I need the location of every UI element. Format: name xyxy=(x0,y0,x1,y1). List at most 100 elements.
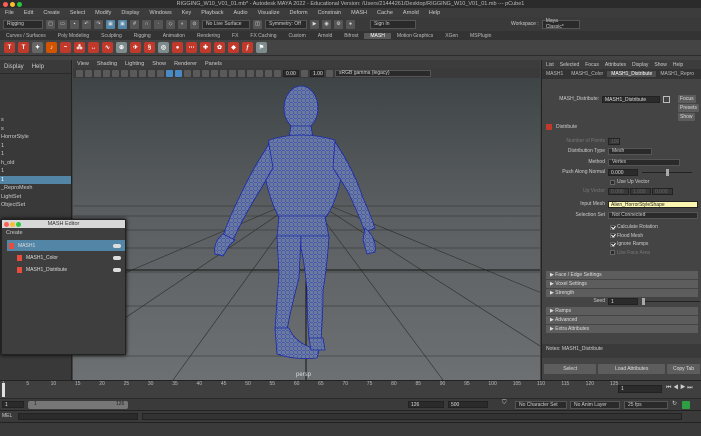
grid-toggle-icon[interactable] xyxy=(112,69,119,77)
mash-node-row[interactable]: MASH1 xyxy=(7,240,125,251)
script-lang-label[interactable]: MEL xyxy=(2,413,12,419)
anim-start-field[interactable]: 1 xyxy=(2,401,24,408)
outliner-item[interactable]: s xyxy=(0,125,71,134)
outliner-item[interactable]: _ReproMesh xyxy=(0,184,71,193)
snap-grid-icon[interactable]: # xyxy=(130,19,139,29)
sign-in-dropdown[interactable]: Sign In xyxy=(370,19,416,29)
character-set-dropdown[interactable]: No Character Set xyxy=(515,401,567,409)
anim-layer-dropdown[interactable]: No Anim Layer xyxy=(570,401,620,409)
ipr-render-icon[interactable]: ◉ xyxy=(322,19,331,29)
method-dropdown[interactable]: Vertex xyxy=(608,158,680,166)
menu-edit[interactable]: Edit xyxy=(19,10,38,16)
outliner-item[interactable]: h_old xyxy=(0,159,71,168)
mash-editor-minimize-button[interactable] xyxy=(10,221,15,227)
snap-point-icon[interactable]: · xyxy=(154,19,163,29)
shelf-tab-mash[interactable]: MASH xyxy=(364,32,391,39)
playback-controls-icon[interactable]: ⏮ ◀ ▶ ⏭ xyxy=(666,385,693,392)
playback-end-field[interactable]: 126 xyxy=(408,401,444,408)
checkbox[interactable] xyxy=(610,241,615,247)
node-name-field[interactable]: MASH1_Distribute xyxy=(602,95,660,103)
mash-random-icon[interactable]: ⁂ xyxy=(74,42,85,53)
outliner-item[interactable]: LightSet xyxy=(0,193,71,202)
symmetry-dropdown[interactable]: Symmetry: Off xyxy=(265,19,307,29)
shelf-tab-rendering[interactable]: Rendering xyxy=(191,33,226,39)
mash-replicator-icon[interactable]: ✿ xyxy=(214,42,225,53)
ae-tab[interactable]: MASH1 xyxy=(542,71,567,77)
checkbox[interactable] xyxy=(610,224,615,230)
xray-icon[interactable] xyxy=(256,69,263,77)
ae-menu-focus[interactable]: Focus xyxy=(585,62,599,68)
mash-editor-titlebar[interactable]: MASH Editor xyxy=(2,220,125,228)
viewport-menu-view[interactable]: View xyxy=(73,61,93,67)
mash-editor-create-menu[interactable]: Create xyxy=(2,228,125,238)
shelf-tab-custom[interactable]: Custom xyxy=(283,33,312,39)
menu-file[interactable]: File xyxy=(0,10,19,16)
close-window-button[interactable] xyxy=(3,2,8,7)
seed-slider-handle[interactable] xyxy=(642,297,645,305)
new-scene-icon[interactable]: ▢ xyxy=(46,19,55,29)
mash-transform-icon[interactable]: ⊕ xyxy=(116,42,127,53)
menu-set-dropdown[interactable]: Rigging xyxy=(3,19,43,29)
mash-audio-icon[interactable]: ♪ xyxy=(46,42,57,53)
viewport-menu-lighting[interactable]: Lighting xyxy=(121,61,148,67)
ae-menu-attributes[interactable]: Attributes xyxy=(605,62,626,68)
outliner-item[interactable]: 1 xyxy=(0,142,71,151)
shelf-tab-xgen[interactable]: XGen xyxy=(439,33,464,39)
mash-world-icon[interactable]: ✦ xyxy=(32,42,43,53)
menu-deform[interactable]: Deform xyxy=(285,10,313,16)
checkbox[interactable] xyxy=(610,250,615,255)
mash-trails-icon[interactable]: ⋯ xyxy=(186,42,197,53)
menu-visualize[interactable]: Visualize xyxy=(253,10,285,16)
mash-node-row[interactable]: MASH1_Distribute xyxy=(7,264,125,275)
shelf-tab-fx[interactable]: FX xyxy=(226,33,244,39)
anim-end-field[interactable]: 500 xyxy=(448,401,488,408)
menu-display[interactable]: Display xyxy=(116,10,144,16)
seed-slider[interactable] xyxy=(642,297,700,305)
presets-button[interactable]: Presets xyxy=(678,104,699,112)
mash-signal-icon[interactable]: ~ xyxy=(60,42,71,53)
render-frame-icon[interactable]: ▶ xyxy=(310,19,319,29)
ae-tab[interactable]: MASH1_Color xyxy=(567,71,607,77)
select-hierarchy-icon[interactable]: ▣ xyxy=(106,19,115,29)
mash-placer-icon[interactable]: ✚ xyxy=(200,42,211,53)
mash-node-toggle[interactable] xyxy=(113,243,121,248)
outliner-item[interactable]: 1 xyxy=(0,175,71,184)
viewport-menu-show[interactable]: Show xyxy=(148,61,170,67)
mash-curve-icon[interactable]: ∿ xyxy=(102,42,113,53)
menu-arnold[interactable]: Arnold xyxy=(398,10,424,16)
gamma-field[interactable]: 1.00 xyxy=(310,69,324,77)
image-plane-icon[interactable] xyxy=(103,69,110,77)
isolate-select-icon[interactable] xyxy=(247,69,254,77)
mash-offset-icon[interactable]: ↔ xyxy=(88,42,99,53)
mash-node-toggle[interactable] xyxy=(113,267,121,272)
ae-tab[interactable]: MASH1_Distribute xyxy=(607,71,657,77)
viewport-menu-shading[interactable]: Shading xyxy=(93,61,121,67)
outliner-display-menu[interactable]: Display xyxy=(4,64,24,70)
alien-character-mesh[interactable] xyxy=(214,85,376,359)
command-input[interactable] xyxy=(18,413,138,420)
mash-dynamics-icon[interactable]: ● xyxy=(172,42,183,53)
time-slider[interactable]: 1510152025303540455055606570758085909510… xyxy=(0,380,701,398)
auto-key-icon[interactable] xyxy=(682,401,690,409)
section-header[interactable]: ▶ Voxel Settings xyxy=(546,280,698,288)
snap-curve-icon[interactable]: ∩ xyxy=(142,19,151,29)
perspective-viewport[interactable]: persp xyxy=(73,78,540,380)
viewport-menu-renderer[interactable]: Renderer xyxy=(170,61,201,67)
shelf-tab-fx-caching[interactable]: FX Caching xyxy=(244,33,282,39)
workspace-dropdown[interactable]: Maya Classic* xyxy=(541,18,580,30)
select-button[interactable]: Select xyxy=(544,364,597,374)
snap-surface-icon[interactable]: ◐ xyxy=(178,19,187,29)
save-scene-icon[interactable]: ▪ xyxy=(70,19,79,29)
outliner-item[interactable]: ObjectSet xyxy=(0,201,71,210)
undo-icon[interactable]: ↶ xyxy=(82,19,91,29)
mash-python-icon[interactable]: ƒ xyxy=(242,42,253,53)
shelf-tab-animation[interactable]: Animation xyxy=(157,33,191,39)
mash-flight-icon[interactable]: ✈ xyxy=(130,42,141,53)
use-up-vector-checkbox[interactable] xyxy=(610,179,615,185)
camera-attr-icon[interactable] xyxy=(85,69,92,77)
shelf-tab-arnold[interactable]: Arnold xyxy=(312,33,338,39)
checkbox[interactable] xyxy=(610,233,615,238)
character-set-icon[interactable]: ⛉ xyxy=(502,400,507,407)
shelf-tab-motion-graphics[interactable]: Motion Graphics xyxy=(391,33,439,39)
film-gate-icon[interactable] xyxy=(121,69,128,77)
